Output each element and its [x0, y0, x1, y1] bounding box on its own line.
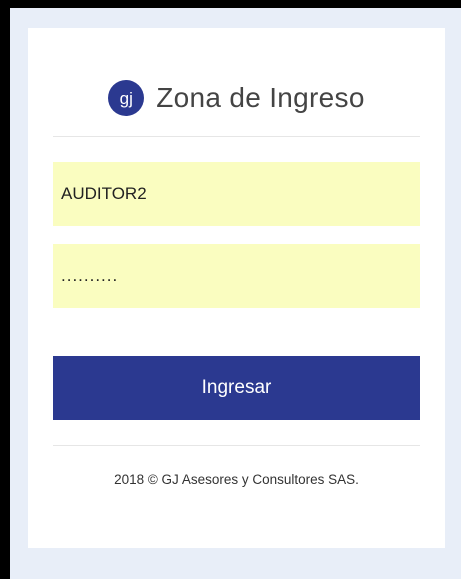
window-frame-top: [0, 0, 461, 8]
password-input[interactable]: [53, 244, 420, 308]
footer-divider: [53, 445, 420, 446]
window-frame-left: [0, 0, 10, 579]
page-title: Zona de Ingreso: [156, 82, 365, 113]
login-button[interactable]: Ingresar: [53, 356, 420, 420]
copyright-footer: 2018 © GJ Asesores y Consultores SAS.: [114, 472, 359, 487]
login-header: gj Zona de Ingreso: [28, 76, 445, 120]
logo-text: gj: [119, 88, 133, 108]
logo-icon: gj: [108, 80, 145, 116]
login-card: gj Zona de Ingreso Ingresar 2018 © GJ As…: [28, 28, 445, 548]
username-input[interactable]: [53, 162, 420, 226]
header-divider: [53, 136, 420, 137]
